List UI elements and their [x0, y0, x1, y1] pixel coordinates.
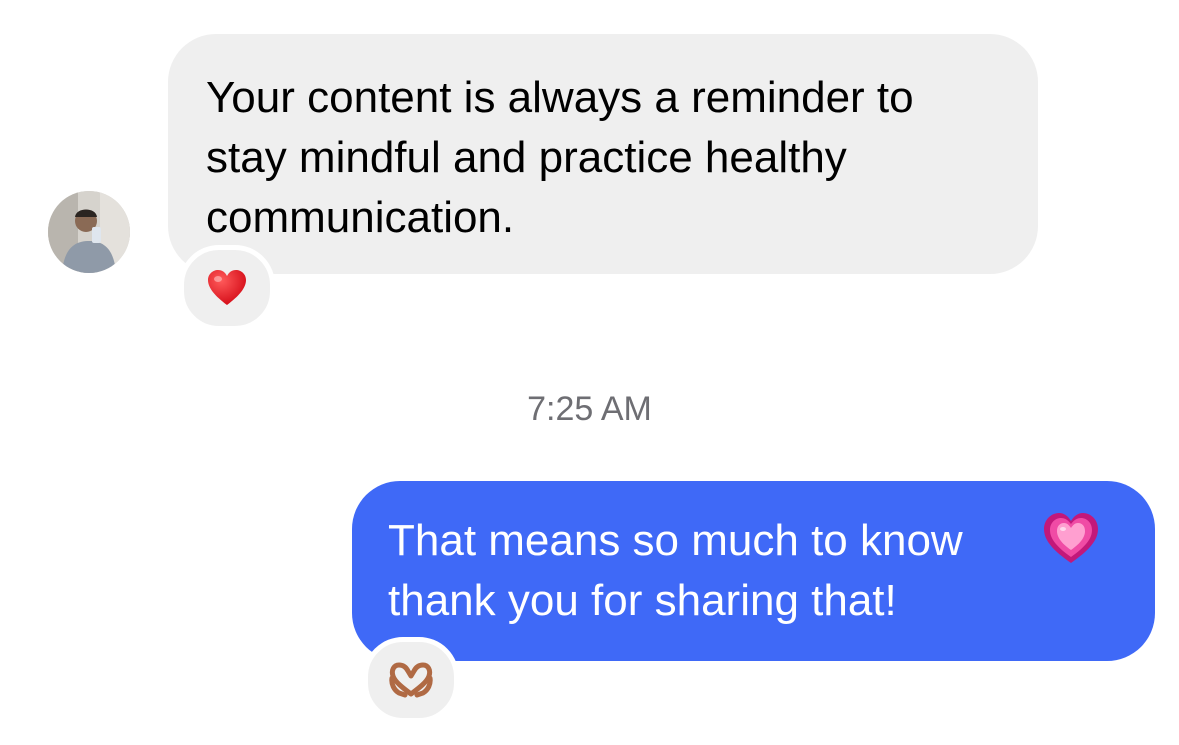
- heart-hands-emoji-icon: [389, 662, 433, 698]
- outgoing-reaction[interactable]: [363, 637, 459, 723]
- growing-heart-icon: [1042, 511, 1100, 581]
- incoming-message-bubble[interactable]: Your content is always a reminder to sta…: [168, 34, 1038, 274]
- contact-avatar[interactable]: [48, 191, 130, 273]
- incoming-reaction[interactable]: [179, 245, 275, 331]
- outgoing-message-bubble[interactable]: That means so much to know thank you for…: [352, 481, 1155, 661]
- heart-emoji-icon: [208, 270, 246, 305]
- outgoing-message-text: That means so much to know thank you for…: [388, 516, 963, 625]
- message-timestamp: 7:25 AM: [527, 390, 652, 428]
- incoming-message-text: Your content is always a reminder to sta…: [206, 73, 914, 242]
